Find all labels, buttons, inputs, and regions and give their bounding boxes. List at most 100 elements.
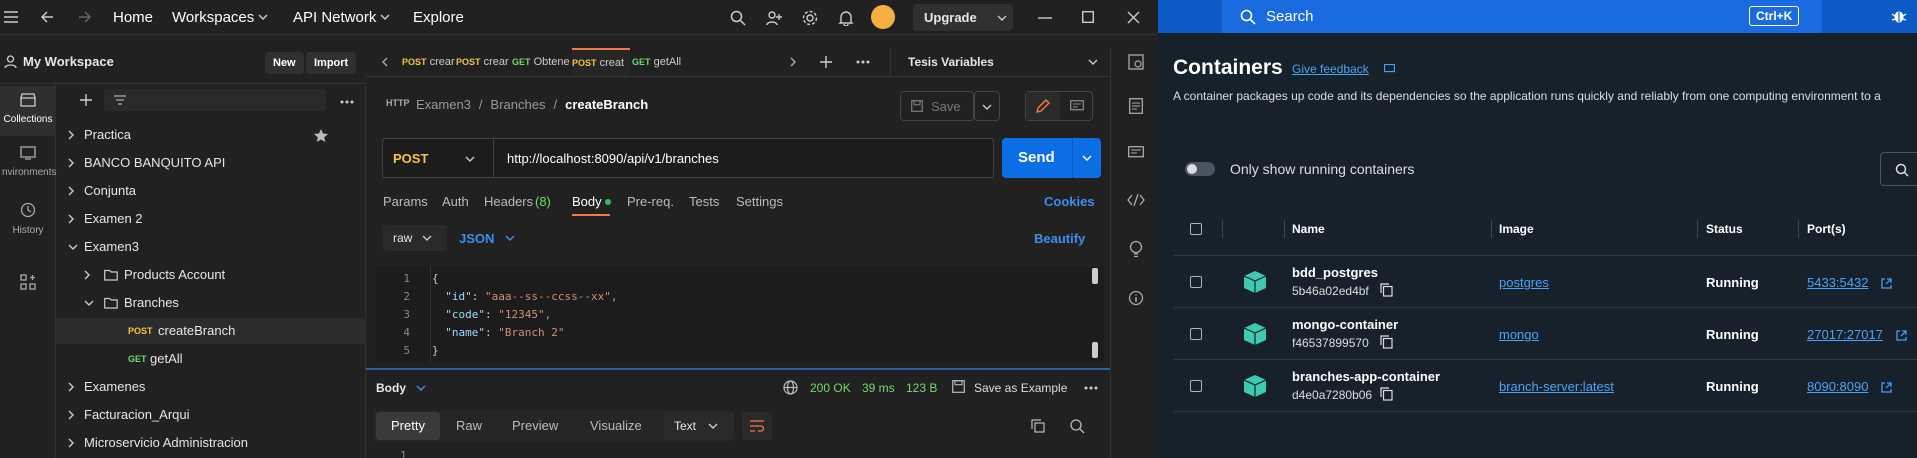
tab-auth[interactable]: Auth bbox=[442, 194, 469, 209]
comment-icon[interactable] bbox=[1070, 100, 1084, 112]
scrollbar-thumb[interactable] bbox=[1092, 268, 1098, 284]
new-tab-plus-icon[interactable] bbox=[820, 56, 832, 68]
view-raw[interactable]: Raw bbox=[456, 418, 482, 433]
tree-collection-item[interactable]: Practica bbox=[56, 122, 366, 148]
breadcrumb-collection[interactable]: Examen3 bbox=[416, 97, 471, 112]
tab-headers[interactable]: Headers bbox=[484, 194, 533, 209]
send-button[interactable]: Send bbox=[1002, 138, 1101, 178]
chevron-right-icon[interactable] bbox=[68, 158, 74, 168]
chevron-right-icon[interactable] bbox=[68, 214, 74, 224]
rail-item-collections[interactable]: Collections bbox=[0, 86, 56, 136]
nav-explore[interactable]: Explore bbox=[413, 9, 464, 26]
view-visualize[interactable]: Visualize bbox=[590, 418, 642, 433]
gear-icon[interactable] bbox=[802, 10, 818, 26]
rail-item-history[interactable]: History bbox=[0, 202, 56, 236]
column-header-name[interactable]: Name bbox=[1292, 222, 1325, 236]
save-button[interactable]: Save bbox=[900, 91, 974, 121]
give-feedback-link[interactable]: Give feedback bbox=[1292, 62, 1369, 76]
tree-collection-item[interactable]: BANCO BANQUITO API bbox=[56, 150, 366, 176]
nav-api-network[interactable]: API Network bbox=[293, 9, 376, 26]
view-preview[interactable]: Preview bbox=[512, 418, 558, 433]
import-button[interactable]: Import bbox=[306, 52, 357, 74]
bug-icon[interactable] bbox=[1891, 8, 1907, 24]
chevron-right-icon[interactable] bbox=[84, 270, 90, 280]
new-button[interactable]: New bbox=[265, 52, 304, 74]
rail-item-apps[interactable] bbox=[0, 274, 56, 293]
bell-icon[interactable] bbox=[838, 10, 854, 26]
request-name[interactable]: createBranch bbox=[565, 97, 648, 112]
tab-prereq[interactable]: Pre-req. bbox=[627, 194, 674, 209]
beautify-link[interactable]: Beautify bbox=[1034, 231, 1085, 246]
image-link[interactable]: postgres bbox=[1499, 275, 1549, 290]
request-tab[interactable]: POST crear bbox=[402, 48, 460, 76]
more-icon[interactable] bbox=[340, 100, 354, 104]
row-checkbox[interactable] bbox=[1190, 276, 1202, 288]
column-header-status[interactable]: Status bbox=[1706, 222, 1743, 236]
nav-home[interactable]: Home bbox=[113, 9, 153, 26]
tree-collection-item[interactable]: Conjunta bbox=[56, 178, 366, 204]
chevron-left-icon[interactable] bbox=[382, 57, 388, 67]
pane-splitter[interactable] bbox=[366, 368, 1110, 370]
image-link[interactable]: branch-server:latest bbox=[1499, 379, 1614, 394]
filter-input[interactable] bbox=[104, 89, 326, 111]
code-icon[interactable] bbox=[1127, 194, 1145, 206]
tab-params[interactable]: Params bbox=[383, 194, 428, 209]
tree-request-item[interactable]: POST createBranch bbox=[56, 318, 366, 344]
search-bar[interactable]: Search Ctrl+K bbox=[1222, 0, 1822, 33]
back-arrow-icon[interactable] bbox=[40, 10, 54, 24]
edit-mode-button[interactable] bbox=[1026, 92, 1060, 120]
url-input[interactable]: http://localhost:8090/api/v1/branches bbox=[507, 151, 719, 166]
save-as-example-button[interactable]: Save as Example bbox=[974, 381, 1067, 395]
port-link[interactable]: 27017:27017 bbox=[1807, 327, 1883, 342]
close-icon[interactable] bbox=[1127, 11, 1140, 24]
lightbulb-icon[interactable] bbox=[1129, 240, 1143, 258]
upgrade-button[interactable]: Upgrade bbox=[913, 4, 1013, 31]
text-format-select[interactable]: Text bbox=[664, 412, 734, 440]
scrollbar-thumb[interactable] bbox=[1092, 342, 1098, 358]
method-select[interactable]: POST bbox=[393, 151, 428, 166]
environment-icon[interactable] bbox=[1128, 54, 1144, 70]
invite-user-icon[interactable] bbox=[766, 10, 782, 26]
request-tab[interactable]: POST creat bbox=[572, 48, 630, 76]
minimize-icon[interactable] bbox=[1038, 17, 1052, 19]
chevron-right-icon[interactable] bbox=[68, 438, 74, 448]
more-icon[interactable] bbox=[1084, 386, 1098, 390]
request-tab[interactable]: POST crear bbox=[456, 48, 514, 76]
forward-arrow-icon[interactable] bbox=[78, 10, 92, 24]
format-select[interactable]: JSON bbox=[459, 231, 494, 246]
chevron-right-icon[interactable] bbox=[790, 57, 796, 67]
chevron-right-icon[interactable] bbox=[68, 382, 74, 392]
nav-workspaces[interactable]: Workspaces bbox=[172, 9, 254, 26]
maximize-icon[interactable] bbox=[1082, 11, 1094, 23]
chevron-right-icon[interactable] bbox=[68, 130, 74, 140]
body-mode-select[interactable]: raw bbox=[383, 225, 447, 251]
container-name[interactable]: branches-app-container bbox=[1292, 369, 1440, 384]
tree-collection-item[interactable]: Examen 2 bbox=[56, 206, 366, 232]
star-icon[interactable] bbox=[314, 129, 328, 142]
external-link-icon[interactable] bbox=[1880, 382, 1892, 393]
table-row[interactable]: branches-app-container d4e0a7280b06 bran… bbox=[1174, 360, 1917, 412]
port-link[interactable]: 5433:5432 bbox=[1807, 275, 1868, 290]
comments-icon[interactable] bbox=[1128, 146, 1144, 160]
column-header-ports[interactable]: Port(s) bbox=[1807, 222, 1846, 236]
wrap-lines-button[interactable] bbox=[742, 412, 772, 440]
column-header-image[interactable]: Image bbox=[1499, 222, 1534, 236]
external-link-icon[interactable] bbox=[1880, 278, 1892, 289]
rail-item-environments[interactable]: nvironments bbox=[0, 146, 56, 178]
save-menu-button[interactable] bbox=[974, 91, 1000, 121]
tree-folder-item[interactable]: Branches bbox=[56, 290, 366, 316]
chevron-down-icon[interactable] bbox=[1082, 155, 1092, 161]
tab-tests[interactable]: Tests bbox=[689, 194, 719, 209]
plus-icon[interactable] bbox=[80, 94, 92, 106]
breadcrumb-folder[interactable]: Branches bbox=[491, 97, 546, 112]
tree-request-item[interactable]: GET getAll bbox=[56, 346, 366, 372]
documentation-icon[interactable] bbox=[1129, 98, 1143, 114]
copy-icon[interactable] bbox=[1380, 335, 1393, 349]
external-link-icon[interactable] bbox=[1895, 330, 1907, 341]
row-checkbox[interactable] bbox=[1190, 380, 1202, 392]
tabs-more-icon[interactable] bbox=[856, 60, 870, 64]
copy-icon[interactable] bbox=[1380, 387, 1393, 401]
response-body-label[interactable]: Body bbox=[376, 381, 406, 395]
port-link[interactable]: 8090:8090 bbox=[1807, 379, 1868, 394]
image-link[interactable]: mongo bbox=[1499, 327, 1539, 342]
